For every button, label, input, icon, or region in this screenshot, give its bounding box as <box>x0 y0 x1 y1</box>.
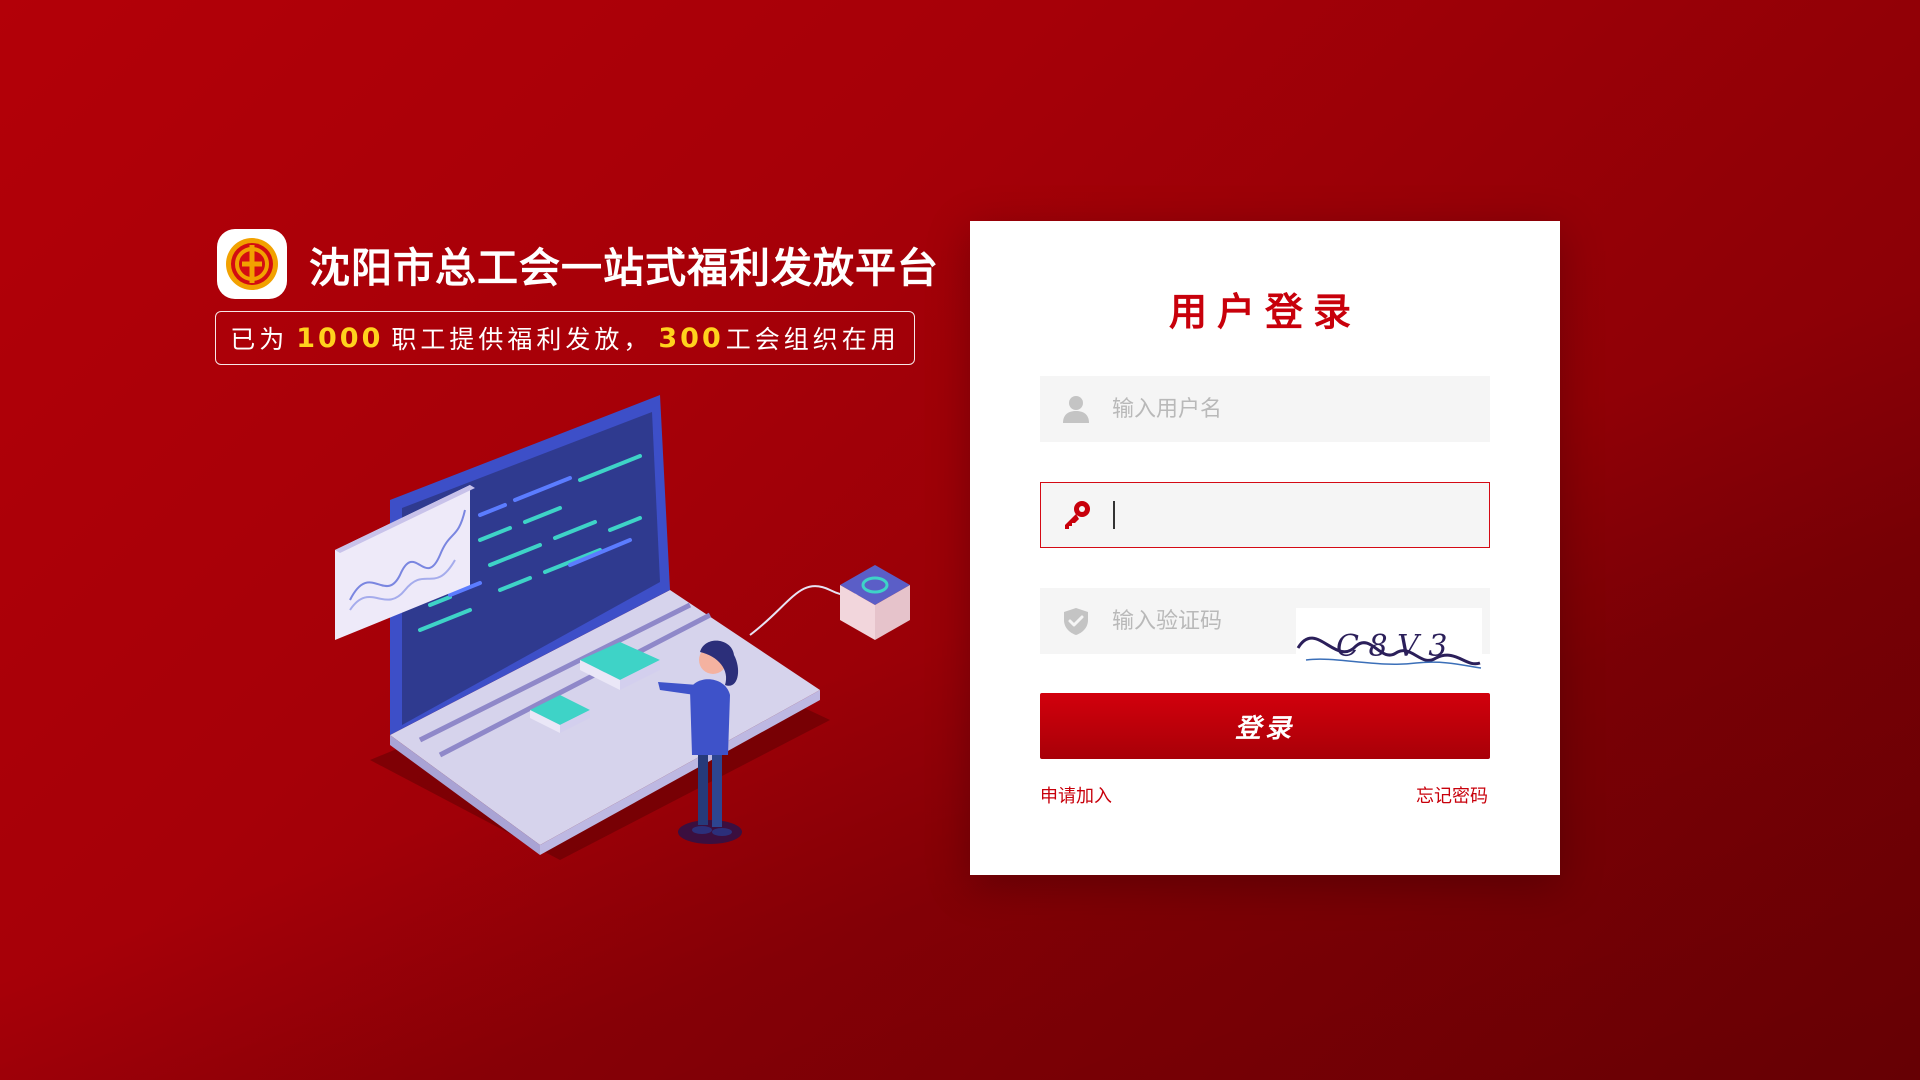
laptop-illustration <box>330 390 930 870</box>
workers-count: 1000 <box>296 322 384 354</box>
username-field[interactable] <box>1040 376 1490 442</box>
brand-header: 沈阳市总工会一站式福利发放平台 <box>217 228 939 300</box>
usage-stats-banner: 已为 1000 职工提供福利发放， 300 工会组织在用 <box>215 311 915 365</box>
forgot-password-link[interactable]: 忘记密码 <box>1416 782 1488 808</box>
unions-count: 300 <box>658 322 724 354</box>
stats-middle: 职工提供福利发放， <box>391 325 653 354</box>
login-title: 用户登录 <box>1168 290 1361 334</box>
username-input[interactable] <box>1112 379 1442 439</box>
stats-prefix: 已为 <box>230 325 289 354</box>
captcha-text: C 8 V 3 <box>1336 629 1447 664</box>
stats-suffix: 工会组织在用 <box>725 325 900 354</box>
captcha-image[interactable]: C 8 V 3 <box>1296 608 1482 674</box>
union-logo-icon <box>217 229 287 299</box>
key-icon <box>1041 482 1113 548</box>
login-button[interactable]: 登录 <box>1040 693 1490 759</box>
platform-title: 沈阳市总工会一站式福利发放平台 <box>309 244 939 292</box>
login-card: 用户登录 输入用户名 输入验证码 C 8 V 3 登录 申请加入 忘记密码 <box>970 221 1560 875</box>
shield-icon <box>1040 588 1112 654</box>
user-icon <box>1040 376 1112 442</box>
password-field[interactable] <box>1040 482 1490 548</box>
background-band <box>0 0 1920 1080</box>
password-input[interactable] <box>1119 485 1419 545</box>
apply-join-link[interactable]: 申请加入 <box>1040 782 1112 808</box>
text-caret <box>1113 501 1115 529</box>
